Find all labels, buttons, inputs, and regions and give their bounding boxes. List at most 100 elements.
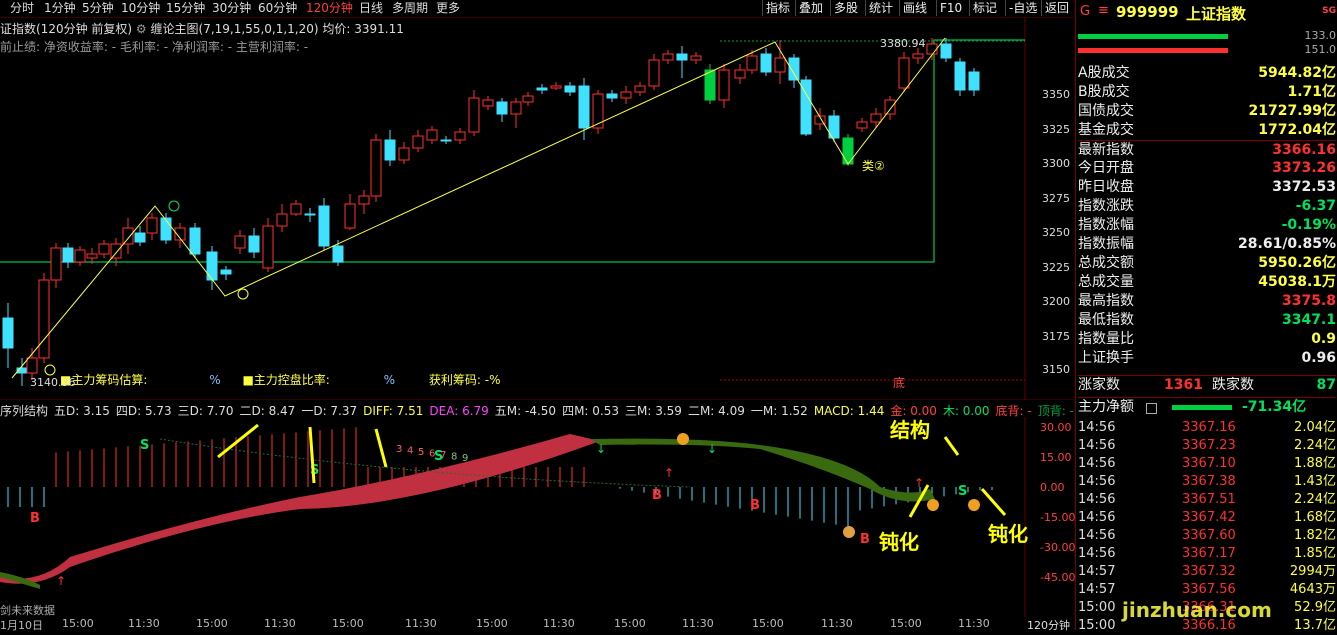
candle-body[interactable] bbox=[856, 121, 868, 129]
candlestick-chart[interactable] bbox=[0, 18, 1073, 400]
candle-body[interactable] bbox=[440, 139, 452, 142]
period-tab[interactable]: 分时 bbox=[10, 1, 34, 16]
candle-body[interactable] bbox=[122, 227, 134, 245]
candle-body[interactable] bbox=[940, 43, 952, 59]
candle-body[interactable] bbox=[536, 87, 548, 91]
tick-row[interactable]: 14:56 3367.38 1.43亿 bbox=[1078, 473, 1336, 491]
period-tab[interactable]: 日线 bbox=[359, 1, 383, 16]
candle-body[interactable] bbox=[234, 235, 246, 249]
tick-row[interactable]: 14:56 3367.10 1.88亿 bbox=[1078, 455, 1336, 473]
candle-body[interactable] bbox=[734, 69, 746, 79]
candle-body[interactable] bbox=[454, 131, 466, 141]
candle-body[interactable] bbox=[704, 69, 716, 101]
candle-body[interactable] bbox=[870, 113, 882, 123]
candle-body[interactable] bbox=[522, 95, 534, 103]
candle-body[interactable] bbox=[564, 85, 576, 93]
candle-body[interactable] bbox=[189, 227, 201, 255]
period-tab[interactable]: 15分钟 bbox=[166, 1, 205, 16]
candle-body[interactable] bbox=[62, 247, 74, 263]
candle-body[interactable] bbox=[248, 235, 260, 253]
candle-body[interactable] bbox=[110, 243, 122, 259]
candle-body[interactable] bbox=[2, 317, 14, 349]
tick-row[interactable]: 14:56 3367.51 2.24亿 bbox=[1078, 491, 1336, 509]
group-badge[interactable]: G bbox=[1080, 4, 1090, 19]
candle-body[interactable] bbox=[676, 53, 688, 61]
toolbar-button[interactable]: 叠加 bbox=[795, 0, 826, 16]
candle-body[interactable] bbox=[482, 99, 494, 107]
candle-body[interactable] bbox=[332, 245, 344, 263]
candle-body[interactable] bbox=[38, 279, 50, 359]
candle-body[interactable] bbox=[774, 57, 786, 73]
candle-body[interactable] bbox=[884, 99, 896, 115]
candle-body[interactable] bbox=[304, 213, 316, 216]
sg-badge[interactable]: SG bbox=[1322, 6, 1336, 16]
toolbar-button[interactable]: 标记 bbox=[969, 0, 1000, 16]
candle-body[interactable] bbox=[648, 59, 660, 87]
candle-body[interactable] bbox=[662, 53, 674, 61]
candle-body[interactable] bbox=[578, 85, 590, 129]
candle-body[interactable] bbox=[134, 232, 146, 243]
tick-row[interactable]: 14:56 3367.60 1.82亿 bbox=[1078, 527, 1336, 545]
candle-body[interactable] bbox=[276, 213, 288, 227]
tick-row[interactable]: 14:56 3367.23 2.24亿 bbox=[1078, 437, 1336, 455]
period-tab[interactable]: 5分钟 bbox=[82, 1, 114, 16]
period-indicator[interactable]: 120分钟 bbox=[1027, 617, 1070, 633]
candle-body[interactable] bbox=[550, 85, 562, 89]
tick-row[interactable]: 14:56 3367.16 2.04亿 bbox=[1078, 419, 1336, 437]
candle-body[interactable] bbox=[98, 243, 110, 255]
candle-body[interactable] bbox=[398, 147, 410, 161]
candle-body[interactable] bbox=[290, 203, 302, 215]
period-tab[interactable]: 30分钟 bbox=[212, 1, 251, 16]
candle-body[interactable] bbox=[912, 53, 924, 59]
candle-body[interactable] bbox=[496, 101, 508, 115]
candle-body[interactable] bbox=[86, 253, 98, 259]
candle-body[interactable] bbox=[370, 139, 382, 197]
toolbar-button[interactable]: 指标 bbox=[762, 0, 793, 16]
candle-body[interactable] bbox=[718, 69, 730, 101]
period-tab[interactable]: 多周期 bbox=[392, 1, 428, 16]
period-tab[interactable]: 10分钟 bbox=[121, 1, 160, 16]
candle-body[interactable] bbox=[318, 205, 330, 247]
period-tab[interactable]: 60分钟 bbox=[258, 1, 297, 16]
candle-body[interactable] bbox=[384, 139, 396, 161]
toolbar-button[interactable]: F10 bbox=[936, 0, 965, 16]
candle-body[interactable] bbox=[146, 217, 158, 234]
tick-row[interactable]: 14:56 3367.17 1.85亿 bbox=[1078, 545, 1336, 563]
candle-body[interactable] bbox=[968, 71, 980, 91]
candle-body[interactable] bbox=[426, 129, 438, 141]
period-tab[interactable]: 120分钟 bbox=[306, 1, 353, 16]
candle-body[interactable] bbox=[926, 43, 938, 55]
candle-body[interactable] bbox=[412, 135, 424, 149]
candle-body[interactable] bbox=[468, 97, 480, 133]
net-capital-toggle-icon[interactable] bbox=[1146, 403, 1157, 414]
tick-row[interactable]: 14:57 3367.56 4643万 bbox=[1078, 581, 1336, 599]
toolbar-button[interactable]: 统计 bbox=[865, 0, 896, 16]
tick-row[interactable]: 14:56 3367.42 1.68亿 bbox=[1078, 509, 1336, 527]
menu-icon[interactable]: ≡ bbox=[1098, 3, 1109, 18]
candle-body[interactable] bbox=[606, 93, 618, 99]
candle-body[interactable] bbox=[746, 55, 758, 71]
toolbar-button[interactable]: 画线 bbox=[899, 0, 930, 16]
indicator-name[interactable]: 缠论主图(7,19,1,55,0,1,1,20) bbox=[151, 22, 319, 36]
toolbar-button[interactable]: -自选 bbox=[1005, 0, 1040, 16]
tick-row[interactable]: 14:57 3367.32 2994万 bbox=[1078, 563, 1336, 581]
period-tab[interactable]: 1分钟 bbox=[44, 1, 76, 16]
candle-body[interactable] bbox=[592, 93, 604, 129]
candle-body[interactable] bbox=[74, 249, 86, 263]
candle-body[interactable] bbox=[160, 217, 172, 241]
candle-body[interactable] bbox=[50, 247, 62, 281]
toolbar-button[interactable]: 多股 bbox=[830, 0, 861, 16]
candle-body[interactable] bbox=[954, 61, 966, 91]
macd-indicator-chart[interactable]: BSSSBBBS3 4 5 6 7 8 9↑↑↑↓ ↓ bbox=[0, 417, 1073, 617]
candle-body[interactable] bbox=[634, 85, 646, 93]
candle-body[interactable] bbox=[620, 91, 632, 99]
candle-body[interactable] bbox=[788, 57, 800, 81]
candle-body[interactable] bbox=[898, 57, 910, 89]
candle-body[interactable] bbox=[690, 55, 702, 61]
candle-body[interactable] bbox=[262, 225, 274, 269]
candle-body[interactable] bbox=[510, 101, 522, 115]
candle-body[interactable] bbox=[206, 251, 218, 281]
candle-body[interactable] bbox=[358, 195, 370, 205]
candle-body[interactable] bbox=[26, 357, 38, 374]
indicator-gear-icon[interactable]: ⚙ bbox=[136, 22, 147, 36]
